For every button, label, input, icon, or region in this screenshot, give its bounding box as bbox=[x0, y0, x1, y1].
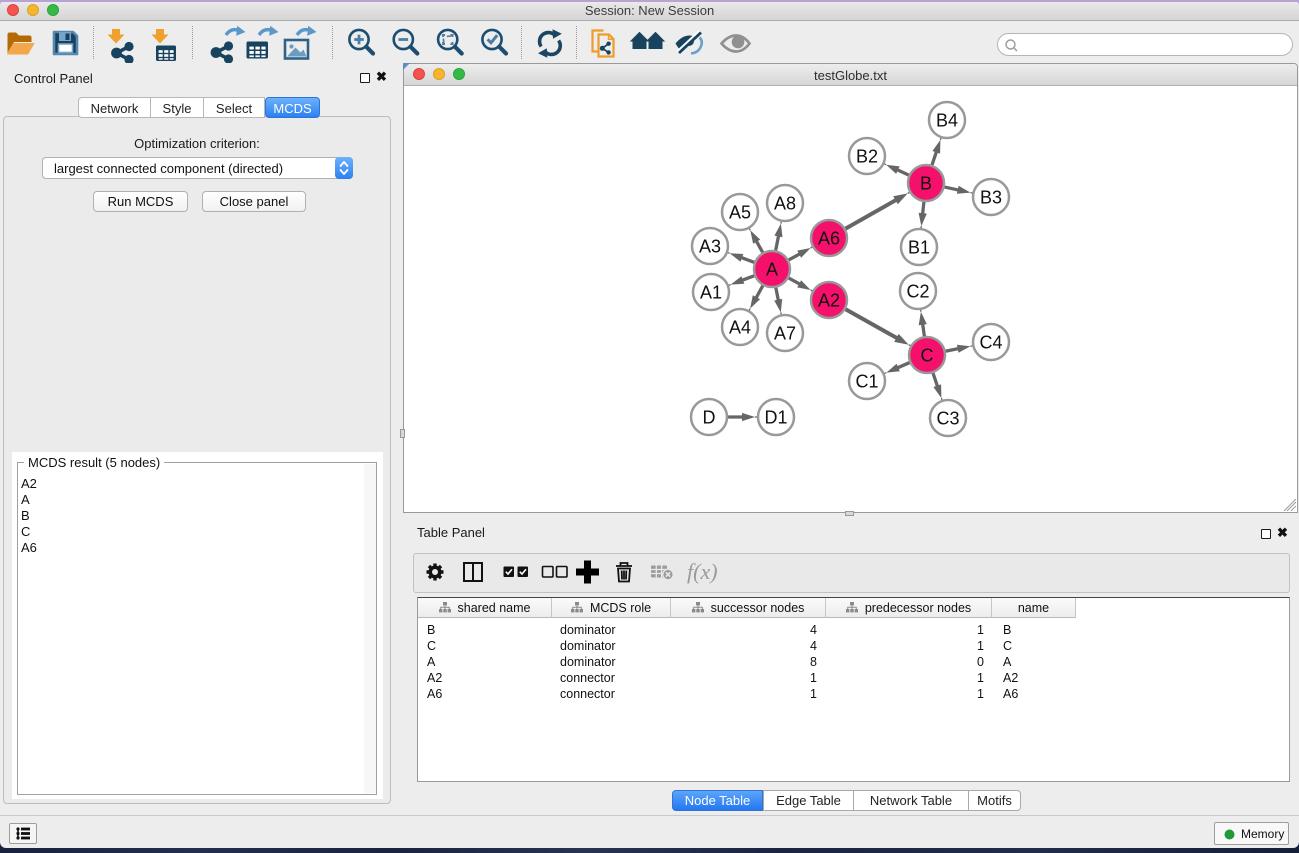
svg-text:C3: C3 bbox=[936, 409, 959, 429]
svg-text:B2: B2 bbox=[856, 147, 878, 167]
svg-text:A2: A2 bbox=[818, 291, 840, 311]
svg-text:C: C bbox=[921, 346, 934, 366]
svg-text:A3: A3 bbox=[699, 237, 721, 257]
svg-text:A4: A4 bbox=[729, 318, 751, 338]
svg-text:A: A bbox=[766, 260, 778, 280]
svg-text:B4: B4 bbox=[936, 111, 958, 131]
svg-text:B3: B3 bbox=[980, 188, 1002, 208]
svg-text:D: D bbox=[703, 408, 716, 428]
svg-text:C2: C2 bbox=[906, 282, 929, 302]
svg-text:C1: C1 bbox=[855, 372, 878, 392]
svg-text:B: B bbox=[920, 174, 932, 194]
svg-text:A6: A6 bbox=[818, 229, 840, 249]
svg-text:B1: B1 bbox=[908, 238, 930, 258]
svg-text:C4: C4 bbox=[979, 333, 1002, 353]
svg-text:A1: A1 bbox=[700, 283, 722, 303]
svg-text:D1: D1 bbox=[764, 408, 787, 428]
svg-text:A7: A7 bbox=[774, 324, 796, 344]
svg-text:f(x): f(x) bbox=[687, 559, 718, 584]
svg-text:A8: A8 bbox=[774, 194, 796, 214]
svg-text:A5: A5 bbox=[729, 203, 751, 223]
